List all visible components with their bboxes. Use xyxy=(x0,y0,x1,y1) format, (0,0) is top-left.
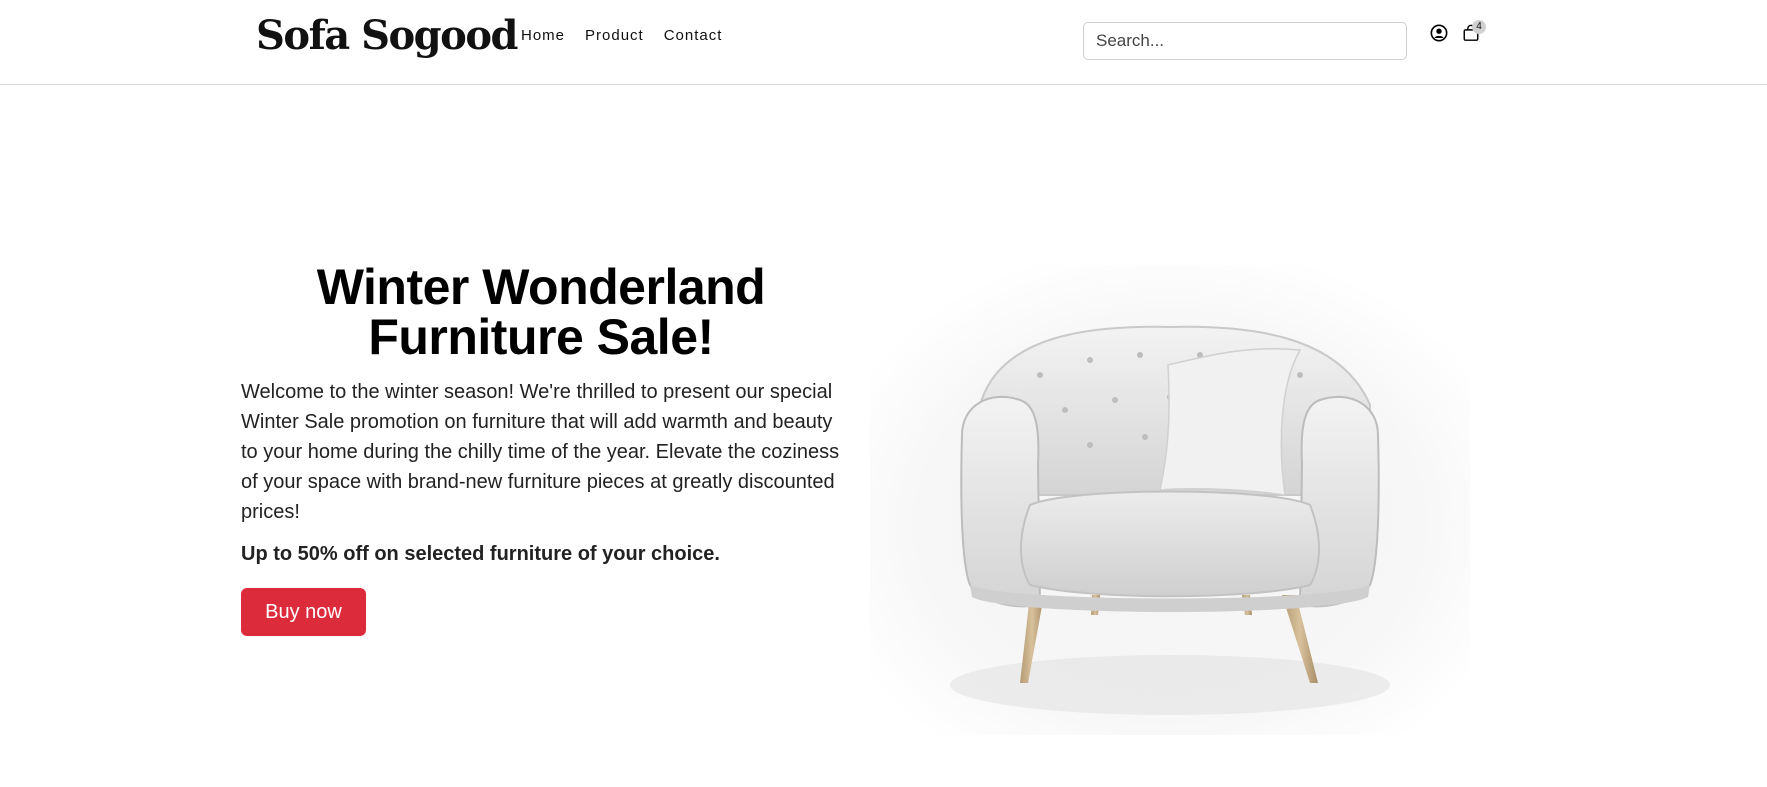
hero-description: Welcome to the winter season! We're thri… xyxy=(241,381,840,523)
hero-offer-text: Up to 50% off on selected furniture of y… xyxy=(241,543,720,565)
nav-link-home[interactable]: Home xyxy=(521,27,565,44)
buy-now-button[interactable]: Buy now xyxy=(241,588,366,636)
nav-link-contact[interactable]: Contact xyxy=(664,27,723,44)
brand-logo[interactable]: Sofa Sogood xyxy=(256,12,518,59)
hero-title: Winter Wonderland Furniture Sale! xyxy=(241,262,841,362)
nav-link-product[interactable]: Product xyxy=(585,27,644,44)
armchair-image xyxy=(870,265,1470,735)
navbar: Sofa Sogood Home Product Contact 4 xyxy=(0,0,1767,85)
hero-title-line2: Furniture Sale! xyxy=(368,309,714,365)
hero-title-line1: Winter Wonderland xyxy=(316,259,766,315)
cart-count-badge: 4 xyxy=(1472,20,1486,34)
user-circle-icon[interactable] xyxy=(1430,24,1448,42)
main-nav: Home Product Contact xyxy=(521,27,742,44)
search-input[interactable] xyxy=(1083,22,1407,60)
